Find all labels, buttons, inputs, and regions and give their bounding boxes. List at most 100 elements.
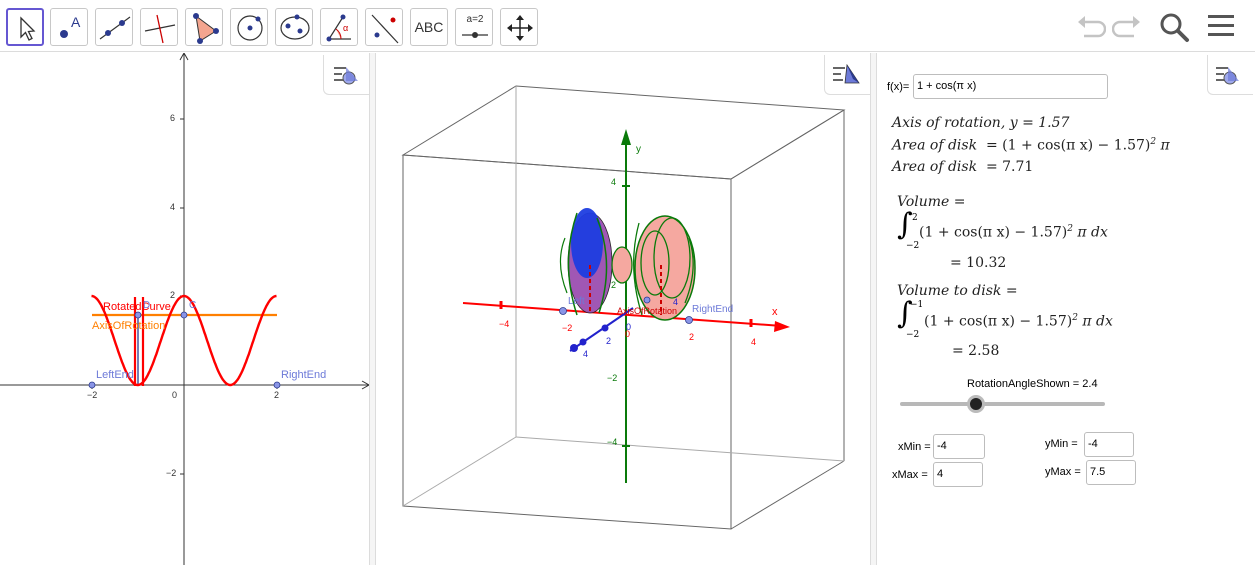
- y-tick-4: 4: [170, 202, 176, 212]
- angle-tool-letter: α: [343, 23, 349, 33]
- axis-of-rotation-label: AxisOfRotation: [92, 320, 166, 332]
- left-end-3d-label: Left: [568, 296, 585, 307]
- x-tick-2: 2: [274, 390, 280, 400]
- polygon-icon: [193, 13, 219, 44]
- volume-result: = 10.32: [950, 255, 1007, 271]
- point-c-label: C: [189, 300, 197, 311]
- cursor-arrow-icon: [20, 16, 36, 41]
- xmax-label: xMax =: [892, 469, 928, 481]
- overlap-3d-label: AxisOfRotation: [617, 306, 678, 316]
- move-tool[interactable]: [6, 8, 44, 46]
- undo-icon[interactable]: [1074, 10, 1106, 42]
- angle-icon: [326, 14, 351, 42]
- y-tick-neg2: −2: [166, 468, 177, 478]
- area-value-caption: Area of disk: [892, 159, 978, 175]
- panel-divider-left[interactable]: [369, 53, 376, 565]
- angle-tool[interactable]: α: [320, 8, 358, 46]
- ymax-input[interactable]: 7.5: [1086, 460, 1136, 485]
- style-bar-icon-2: [1216, 67, 1239, 85]
- area-formula-caption: Area of disk: [892, 137, 978, 154]
- z3d-tick-4: 4: [583, 349, 589, 359]
- axis-y-label: y: [636, 144, 641, 155]
- graphics-view-2d[interactable]: 6 4 2 −2 −2 0 2 RotatedCurve AxisOfRotat…: [0, 52, 370, 565]
- axis-of-rotation-eq: y = 1.57: [1009, 115, 1070, 131]
- line-through-points-icon: [99, 16, 131, 40]
- x3d-tick-neg2: −2: [562, 323, 573, 333]
- ymin-label: yMin =: [1045, 438, 1078, 450]
- toolbar: A α ABC a=2: [0, 0, 1255, 52]
- y-tick-6: 6: [170, 113, 176, 123]
- f-input-label: f(x)=: [887, 81, 910, 93]
- volume-lower-limit: −2: [906, 241, 920, 251]
- conic-tool[interactable]: [275, 8, 313, 46]
- point-d-label: D: [143, 300, 151, 311]
- f-input-field[interactable]: 1 + cos(π x): [913, 74, 1108, 99]
- panel-divider-right[interactable]: [870, 53, 877, 565]
- circle-tool[interactable]: [230, 8, 268, 46]
- style-bar-toggle-2d[interactable]: [323, 55, 369, 95]
- rotation-angle-slider-track[interactable]: [900, 402, 1105, 406]
- menu-icon[interactable]: [1205, 10, 1237, 42]
- area-formula-eq: = (1 + cos(π x) − 1.57): [985, 137, 1151, 154]
- polygon-tool[interactable]: [185, 8, 223, 46]
- rotation-angle-slider-thumb[interactable]: [966, 395, 985, 413]
- perpendicular-tool[interactable]: [140, 8, 178, 46]
- volume-to-disk-exp: 2: [1072, 313, 1078, 323]
- volume-upper-limit: 2: [912, 213, 918, 223]
- z3d-tick-2: 2: [606, 336, 612, 346]
- perpendicular-line-icon: [144, 14, 176, 44]
- point-tool[interactable]: A: [50, 8, 88, 46]
- area-formula-pi: π: [1160, 137, 1170, 154]
- volume-to-disk-lower-limit: −2: [906, 330, 920, 340]
- volume-integrand-expr: (1 + cos(π x) − 1.57): [919, 224, 1068, 241]
- volume-integrand-tail: π dx: [1077, 224, 1108, 241]
- volume-integrand: (1 + cos(π x) − 1.57)2 π dx: [919, 224, 1108, 241]
- ymin-input[interactable]: -4: [1084, 432, 1134, 457]
- axis-of-rotation-text: Axis of rotation, y = 1.57: [892, 115, 1069, 131]
- ellipse-icon: [280, 14, 310, 40]
- right-end-3d-label: RightEnd: [692, 304, 734, 315]
- x3d-origin-label: 0: [625, 329, 631, 339]
- style-bar-toggle-3d[interactable]: [824, 55, 870, 95]
- volume-to-disk-upper-limit: −1: [910, 300, 924, 310]
- volume-integral-sign: ∫: [897, 207, 913, 242]
- ymax-label: yMax =: [1045, 466, 1081, 478]
- text-tool[interactable]: ABC: [410, 8, 448, 46]
- volume-to-disk-integrand-expr: (1 + cos(π x) − 1.57): [924, 313, 1073, 330]
- volume-to-disk-tail: π dx: [1082, 313, 1113, 330]
- y3d-tick-neg4: −4: [607, 437, 618, 447]
- volume-integrand-exp: 2: [1067, 224, 1073, 234]
- area-value-eq: = 7.71: [985, 159, 1034, 175]
- graphics-view-3d[interactable]: y x 4 2 −2 −4 −4 −2 2 4 2 4 0 0 4 Left R…: [377, 53, 870, 565]
- circle-center-point-icon: [237, 15, 263, 41]
- y3d-tick-2: 2: [611, 280, 617, 290]
- y3d-tick-4: 4: [611, 177, 617, 187]
- axis-x-label: x: [772, 306, 778, 318]
- line-tool[interactable]: [95, 8, 133, 46]
- style-bar-3d-icon: [833, 63, 860, 84]
- x3d-tick-4: 4: [751, 337, 757, 347]
- area-formula-exp: 2: [1150, 137, 1157, 147]
- move-view-tool[interactable]: [500, 8, 538, 46]
- search-icon[interactable]: [1157, 10, 1191, 44]
- point-label-icon: [60, 30, 68, 38]
- slider-icon: [462, 32, 488, 38]
- x3d-tick-2: 2: [689, 332, 695, 342]
- xmin-label: xMin =: [898, 441, 931, 453]
- volume-to-disk-caption: Volume to disk =: [897, 283, 1018, 299]
- rotated-curve-label: RotatedCurve: [103, 301, 171, 313]
- y3d-tick-neg2: −2: [607, 373, 618, 383]
- slider-tool[interactable]: a=2: [455, 8, 493, 46]
- xmax-input[interactable]: 4: [933, 462, 983, 487]
- redo-icon[interactable]: [1112, 10, 1144, 42]
- point-tool-letter: A: [71, 14, 81, 30]
- area-formula-text: Area of disk = (1 + cos(π x) − 1.57)2 π: [892, 137, 1170, 154]
- reflect-about-line-icon: [371, 14, 399, 44]
- right-end-label: RightEnd: [281, 369, 327, 381]
- xmin-input[interactable]: -4: [933, 434, 985, 459]
- graph-2d-canvas[interactable]: [0, 52, 370, 565]
- volume-to-disk-result: = 2.58: [952, 343, 1000, 359]
- reflect-tool[interactable]: [365, 8, 403, 46]
- style-bar-toggle-right[interactable]: [1207, 55, 1253, 95]
- graphics-view-2[interactable]: f(x)= 1 + cos(π x) Axis of rotation, y =…: [878, 53, 1255, 565]
